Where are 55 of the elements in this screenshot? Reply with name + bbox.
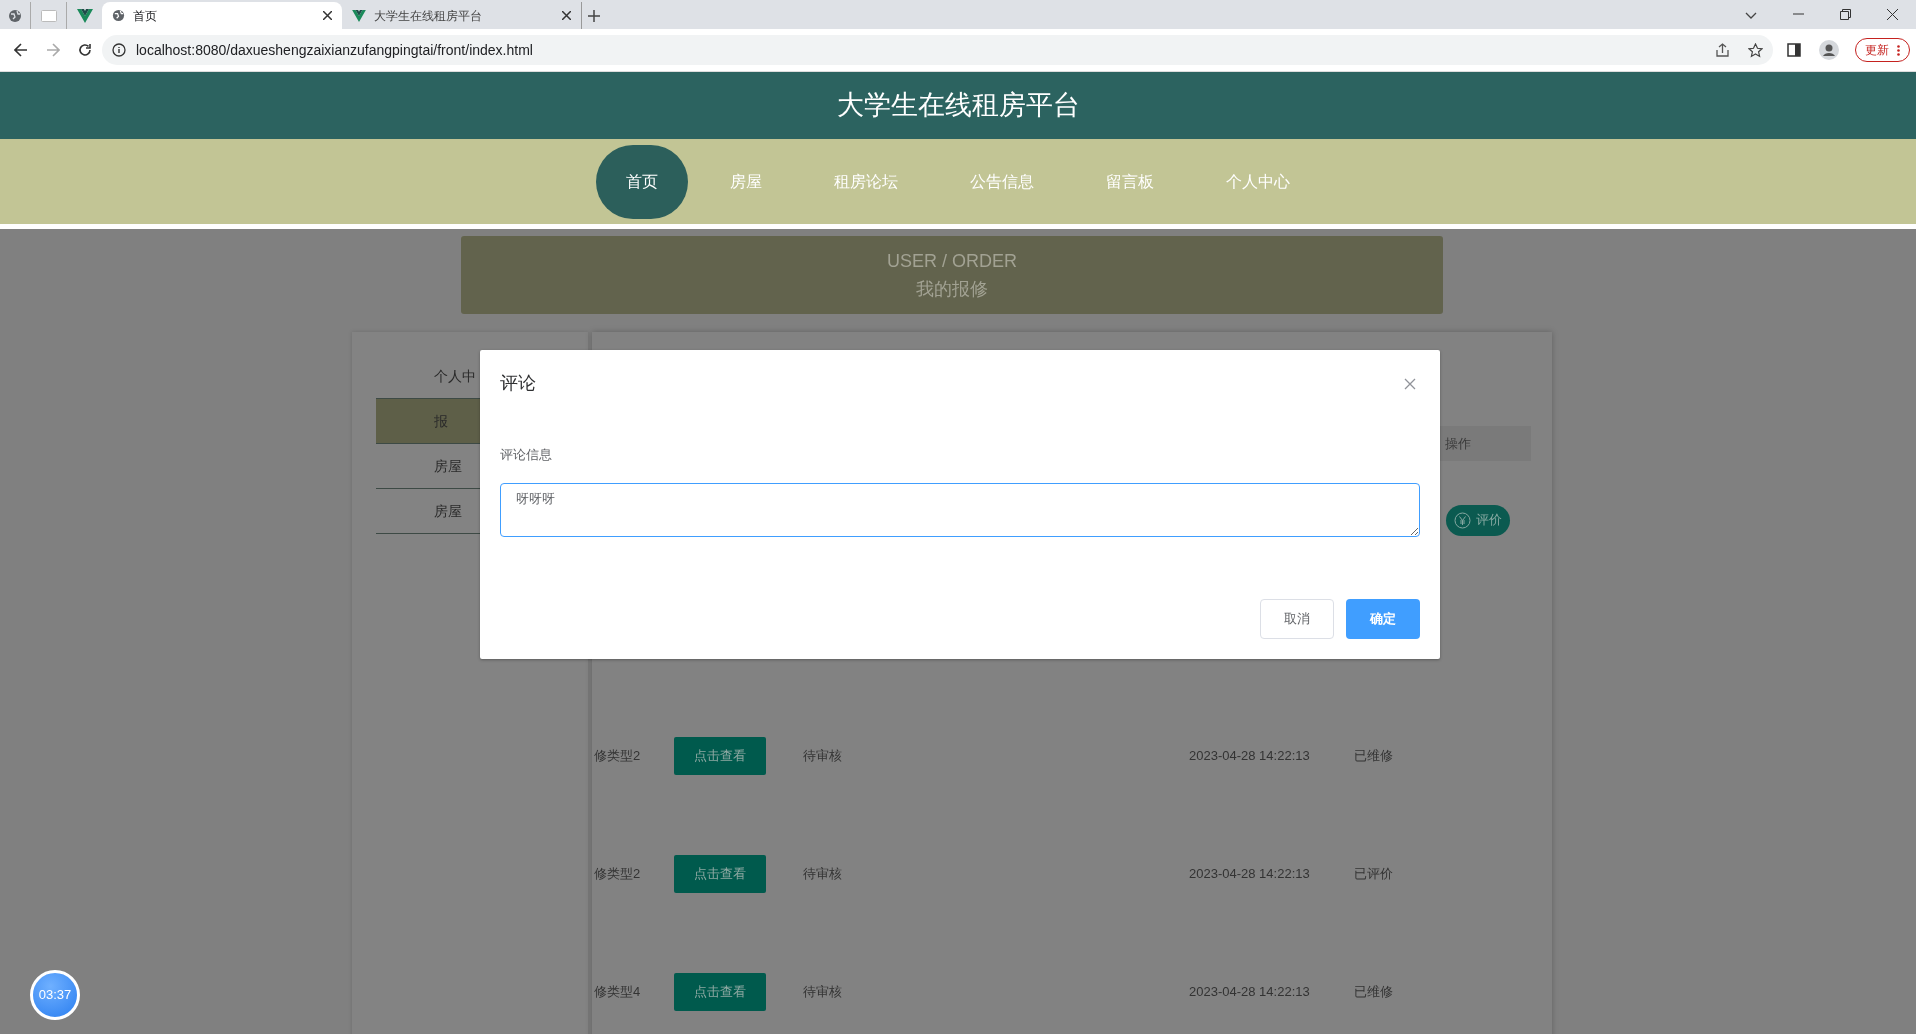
share-icon[interactable]: [1715, 42, 1730, 58]
v-logo-icon: [352, 9, 366, 22]
timer-badge[interactable]: 03:37: [30, 970, 80, 1020]
nav-link[interactable]: 首页: [596, 144, 688, 219]
review-button[interactable]: 评价: [1446, 504, 1510, 536]
view-button[interactable]: 点击查看: [674, 973, 766, 1011]
back-icon[interactable]: [14, 43, 28, 57]
chevron-down-icon[interactable]: [1745, 12, 1757, 20]
table-cell-text: 2023-04-28 14:22:13: [1189, 983, 1310, 1002]
site-title: 大学生在线租房平台: [836, 89, 1080, 123]
table-header-cell: 操作: [1440, 426, 1531, 461]
dialog-title: 评论: [500, 372, 536, 395]
table-cell-text: 待审核: [803, 865, 842, 884]
table-cell-text: 修类型4: [594, 983, 641, 1002]
nav-link[interactable]: 公告信息: [940, 144, 1064, 219]
nav-link[interactable]: 留言板: [1076, 144, 1184, 219]
confirm-button[interactable]: 确定: [1346, 598, 1420, 639]
globe-icon: [112, 9, 125, 22]
yen-icon: [1454, 511, 1471, 529]
table-cell-text: 修类型2: [594, 747, 641, 766]
restore-icon[interactable]: [1840, 9, 1851, 20]
view-button[interactable]: 点击查看: [674, 737, 766, 775]
info-icon[interactable]: [112, 43, 126, 57]
banner-subtitle: USER / ORDER: [887, 250, 1017, 273]
nav-link[interactable]: 房屋: [700, 144, 792, 219]
table-cell-text: 已维修: [1354, 747, 1393, 766]
table-cell-text: 2023-04-28 14:22:13: [1189, 865, 1310, 884]
table-cell-text: 待审核: [803, 747, 842, 766]
table-cell-text: 待审核: [803, 983, 842, 1002]
side-panel-icon[interactable]: [1787, 43, 1801, 57]
close-icon[interactable]: [323, 11, 332, 20]
globe-icon[interactable]: [8, 8, 22, 23]
profile-icon[interactable]: [1819, 40, 1839, 60]
nav-link[interactable]: 个人中心: [1196, 144, 1320, 219]
banner-title: 我的报修: [916, 278, 988, 301]
view-button[interactable]: 点击查看: [674, 855, 766, 893]
table-cell-text: 2023-04-28 14:22:13: [1189, 747, 1310, 766]
comment-input[interactable]: 呀呀呀: [500, 482, 1420, 537]
table-cell-text: 已评价: [1354, 865, 1393, 884]
table-cell-text: 修类型2: [594, 865, 641, 884]
v-logo-icon[interactable]: [76, 8, 93, 23]
tab-title: 大学生在线租房平台: [374, 7, 482, 25]
address-bar[interactable]: localhost:8080/daxueshengzaixianzufangpingtai/front/index.html: [102, 35, 1773, 65]
table-cell-text: 已维修: [1354, 983, 1393, 1002]
close-icon[interactable]: [1887, 9, 1898, 20]
more-icon[interactable]: [1897, 44, 1900, 56]
url-text: localhost:8080/daxueshengzaixianzufangpingtai/front/index.html: [136, 40, 533, 60]
browser-tab[interactable]: 首页: [102, 2, 342, 29]
cancel-button[interactable]: 取消: [1260, 598, 1334, 639]
nav-link[interactable]: 租房论坛: [804, 144, 928, 219]
close-icon[interactable]: [562, 11, 571, 20]
tab-title: 首页: [133, 7, 157, 25]
field-label: 评论信息: [500, 446, 552, 464]
reload-icon[interactable]: [78, 43, 92, 57]
star-icon[interactable]: [1748, 42, 1763, 58]
